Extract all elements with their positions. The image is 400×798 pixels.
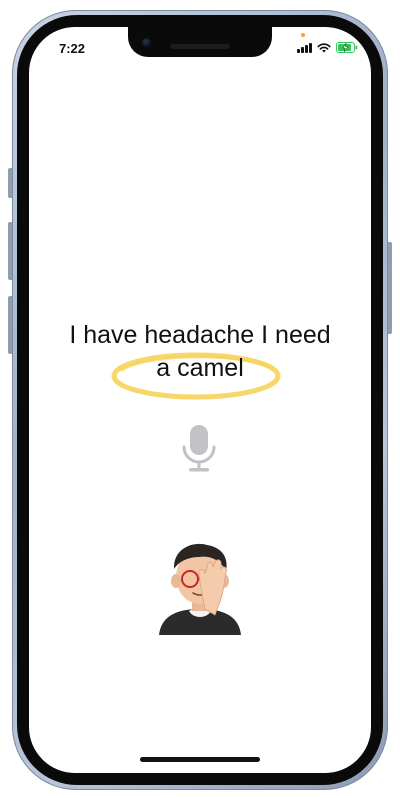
memoji-facepalm-icon — [159, 543, 241, 635]
privacy-indicator-dot — [301, 33, 305, 37]
wifi-icon — [316, 42, 331, 52]
earpiece-speaker — [170, 44, 230, 49]
microphone-icon[interactable] — [179, 423, 219, 475]
status-time: 7:22 — [59, 41, 86, 56]
transcript-text: I have headache I need a camel — [29, 319, 371, 385]
home-indicator[interactable] — [140, 757, 260, 762]
front-camera-icon — [142, 38, 151, 47]
battery-charging-icon — [335, 42, 357, 53]
notch — [128, 27, 272, 57]
device-stage: 7:22 I have headache I need a camel — [0, 0, 400, 798]
transcript-line-1: I have headache I need — [69, 321, 331, 349]
phone-screen: 7:22 I have headache I need a camel — [29, 27, 371, 773]
status-icons — [297, 42, 358, 53]
cellular-signal-icon — [297, 42, 312, 53]
transcript-line-2: a camel — [156, 354, 244, 382]
